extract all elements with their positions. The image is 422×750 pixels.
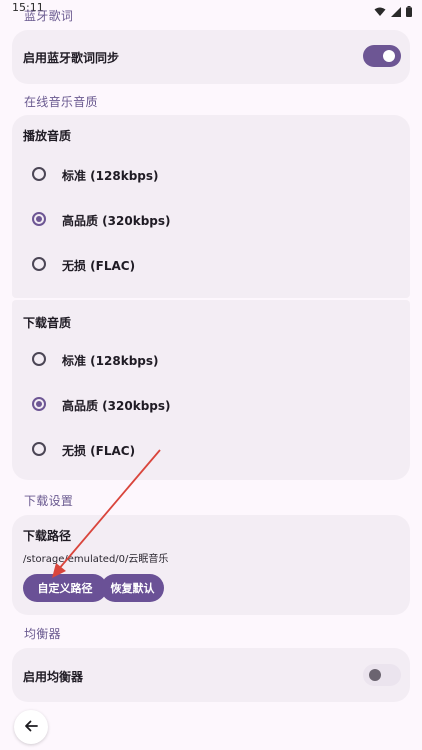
radio-label: 高品质 (320kbps) (62, 214, 171, 228)
bluetooth-lyrics-sync-switch[interactable] (363, 45, 401, 67)
switch-knob (383, 50, 395, 62)
download-quality-card: 下载音质 标准 (128kbps) 高品质 (320kbps) 无损 (FLAC… (12, 300, 410, 480)
wifi-icon (374, 2, 386, 21)
radio-label: 标准 (128kbps) (62, 169, 159, 183)
radio-label: 高品质 (320kbps) (62, 399, 171, 413)
back-button[interactable] (14, 710, 48, 744)
bluetooth-lyrics-sync-row[interactable]: 启用蓝牙歌词同步 (12, 30, 410, 84)
reset-default-button[interactable]: 恢复默认 (101, 574, 164, 602)
radio-label: 标准 (128kbps) (62, 354, 159, 368)
playback-quality-option-high[interactable]: 高品质 (320kbps) (12, 201, 410, 237)
equalizer-toggle-row[interactable]: 启用均衡器 (12, 648, 410, 702)
download-path-value: /storage/emulated/0/云眠音乐 (23, 554, 169, 565)
settings-screen: 15:11 蓝牙歌词 启用蓝牙歌词同步 在线音乐音质 播放音质 标准 (128k… (0, 0, 422, 750)
section-header-download-settings: 下载设置 (24, 494, 74, 508)
bluetooth-lyrics-sync-label: 启用蓝牙歌词同步 (23, 51, 120, 65)
radio-dot (36, 401, 42, 407)
radio-button-selected[interactable] (32, 212, 46, 226)
radio-button[interactable] (32, 167, 46, 181)
download-path-card: 下载路径 /storage/emulated/0/云眠音乐 自定义路径 恢复默认 (12, 515, 410, 615)
equalizer-switch[interactable] (363, 664, 401, 686)
download-quality-option-standard[interactable]: 标准 (128kbps) (12, 341, 410, 377)
equalizer-toggle-label: 启用均衡器 (23, 670, 84, 684)
radio-button[interactable] (32, 257, 46, 271)
playback-quality-option-lossless[interactable]: 无损 (FLAC) (12, 246, 410, 282)
radio-label: 无损 (FLAC) (62, 259, 136, 273)
custom-path-button[interactable]: 自定义路径 (23, 574, 107, 602)
radio-button[interactable] (32, 352, 46, 366)
signal-icon (391, 2, 401, 21)
radio-button[interactable] (32, 442, 46, 456)
download-quality-title: 下载音质 (23, 316, 72, 330)
download-quality-option-lossless[interactable]: 无损 (FLAC) (12, 431, 410, 467)
playback-quality-option-standard[interactable]: 标准 (128kbps) (12, 156, 410, 192)
section-header-online-quality: 在线音乐音质 (24, 95, 98, 109)
arrow-left-icon (24, 718, 38, 737)
battery-icon (406, 2, 412, 21)
section-header-equalizer: 均衡器 (24, 627, 61, 641)
radio-button-selected[interactable] (32, 397, 46, 411)
status-icons (374, 2, 412, 21)
switch-knob (369, 669, 381, 681)
playback-quality-card: 播放音质 标准 (128kbps) 高品质 (320kbps) 无损 (FLAC… (12, 115, 410, 298)
radio-dot (36, 216, 42, 222)
download-path-title: 下载路径 (23, 529, 72, 543)
download-quality-option-high[interactable]: 高品质 (320kbps) (12, 386, 410, 422)
radio-label: 无损 (FLAC) (62, 444, 136, 458)
section-header-bluetooth-lyrics: 蓝牙歌词 (24, 9, 74, 23)
playback-quality-title: 播放音质 (23, 129, 72, 143)
